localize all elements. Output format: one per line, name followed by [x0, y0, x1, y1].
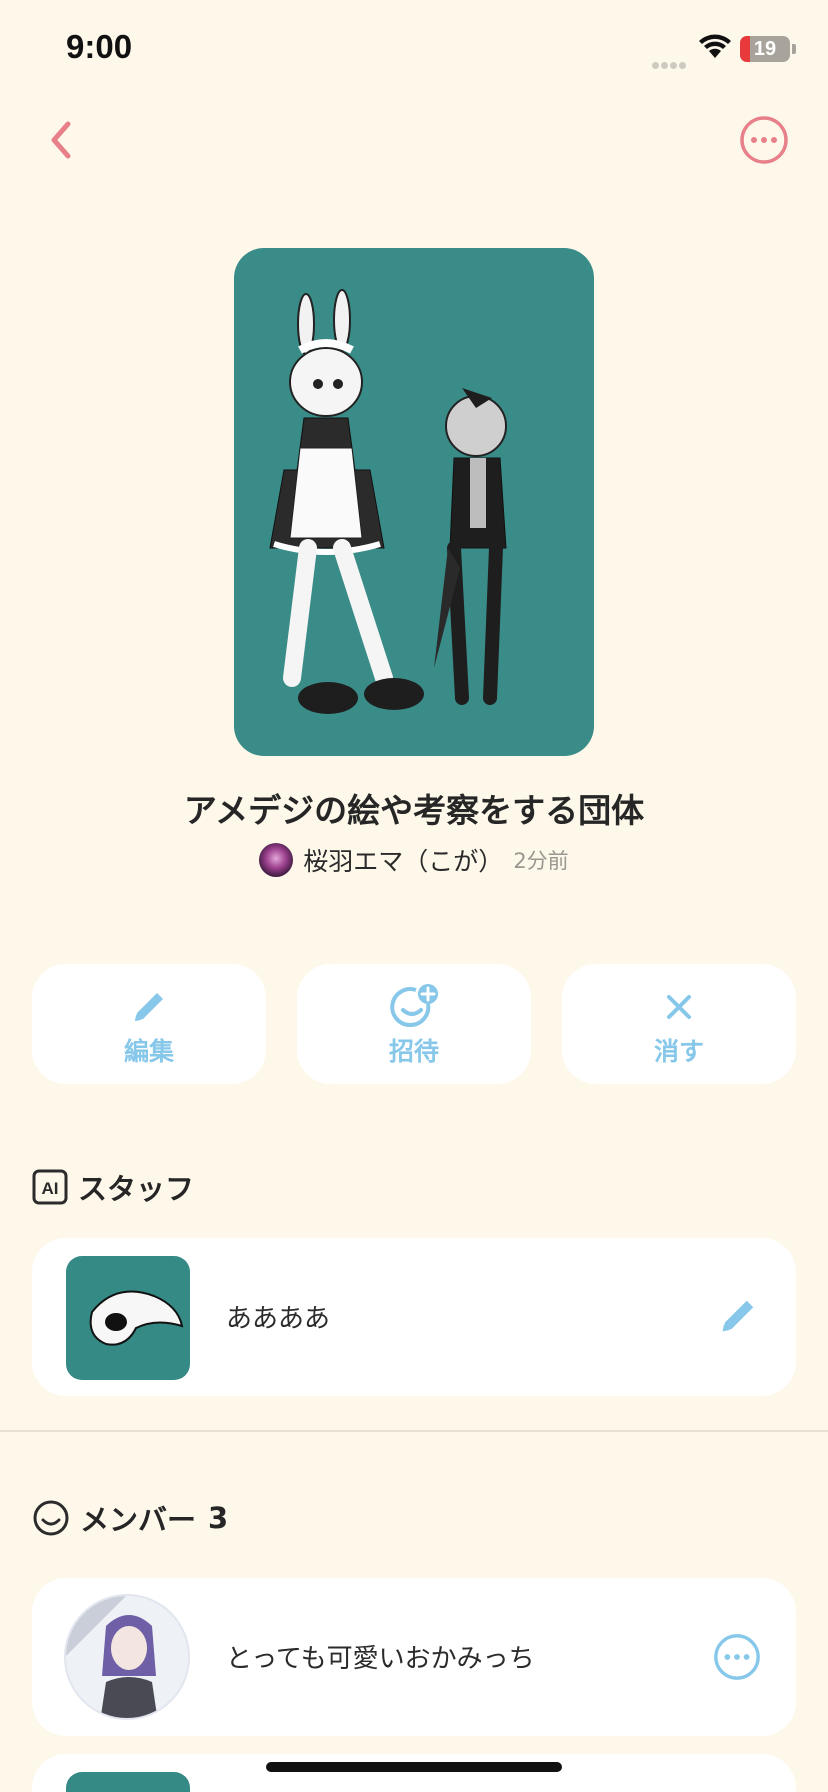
back-button[interactable]: [42, 116, 82, 164]
owner-name: 桜羽エマ（こが）: [303, 847, 504, 876]
edit-label: 編集: [123, 1037, 174, 1066]
battery-icon: 19: [740, 36, 790, 62]
ai-badge-icon: AI: [32, 1169, 68, 1205]
section-divider: [0, 1430, 828, 1432]
owner-avatar[interactable]: [259, 843, 294, 877]
cover-illustration: [269, 289, 507, 714]
invite-label: 招待: [388, 1037, 439, 1066]
member-more-button[interactable]: [712, 1632, 762, 1682]
members-count: 3: [208, 1501, 229, 1535]
member-avatar: [64, 1594, 190, 1720]
member-name: とっても可愛いおかみっち: [226, 1644, 535, 1674]
edit-button[interactable]: 編集: [32, 964, 266, 1084]
invite-icon: [390, 984, 438, 1028]
status-time: 9:00: [66, 28, 133, 65]
status-bar: 9:00 19: [0, 0, 828, 100]
staff-thumbnail: [66, 1256, 190, 1380]
owner-row[interactable]: 桜羽エマ（こが） 2分前: [0, 842, 828, 878]
group-cover-image: [234, 248, 594, 756]
staff-heading: スタッフ: [78, 1172, 195, 1206]
member-card[interactable]: とっても可愛いおかみっち: [32, 1578, 796, 1736]
pencil-icon: [722, 1300, 754, 1332]
group-title: アメデジの絵や考察をする団体: [183, 791, 645, 830]
cellular-signal-icon: [652, 54, 688, 73]
more-icon: [740, 116, 788, 164]
member-card-next[interactable]: [32, 1754, 796, 1792]
staff-name: ああああ: [226, 1304, 331, 1334]
staff-card[interactable]: ああああ: [32, 1238, 796, 1396]
members-section-header: メンバー 3: [32, 1497, 228, 1539]
more-icon: [714, 1634, 760, 1680]
member-thumbnail: [66, 1772, 190, 1792]
pencil-icon: [135, 993, 163, 1021]
staff-section-header: AI スタッフ: [32, 1166, 194, 1208]
home-indicator[interactable]: [266, 1762, 562, 1772]
chevron-left-icon: [51, 121, 71, 159]
delete-button[interactable]: 消す: [562, 964, 796, 1084]
more-options-button[interactable]: [738, 114, 790, 166]
members-heading: メンバー: [80, 1503, 197, 1537]
updated-time: 2分前: [513, 849, 569, 873]
battery-level: 19: [753, 38, 777, 60]
close-icon: [667, 995, 691, 1019]
staff-edit-button[interactable]: [714, 1292, 762, 1340]
delete-label: 消す: [653, 1037, 704, 1066]
invite-button[interactable]: 招待: [297, 964, 531, 1084]
wifi-icon: [699, 34, 731, 58]
ai-badge-text: AI: [42, 1179, 59, 1198]
smile-icon: [33, 1500, 69, 1536]
